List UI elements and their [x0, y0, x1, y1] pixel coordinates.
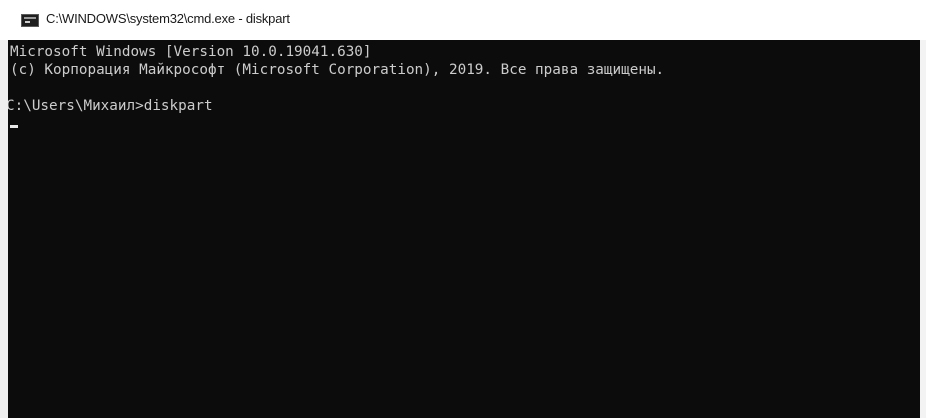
window-title: C:\WINDOWS\system32\cmd.exe - diskpart: [46, 11, 290, 26]
console-line-version: Microsoft Windows [Version 10.0.19041.63…: [10, 44, 372, 60]
window-left-border: [0, 40, 8, 418]
cmd-window: C:\WINDOWS\system32\cmd.exe - diskpart M…: [0, 0, 926, 418]
title-bar[interactable]: C:\WINDOWS\system32\cmd.exe - diskpart: [0, 0, 926, 40]
text-cursor: [10, 125, 18, 128]
console-line-copyright: (c) Корпорация Майкрософт (Microsoft Cor…: [10, 62, 665, 78]
console-output[interactable]: Microsoft Windows [Version 10.0.19041.63…: [8, 40, 920, 418]
window-right-border: [920, 40, 926, 418]
cmd-icon[interactable]: [21, 14, 39, 27]
console-line-prompt: C:\Users\Михаил>diskpart: [8, 98, 213, 114]
